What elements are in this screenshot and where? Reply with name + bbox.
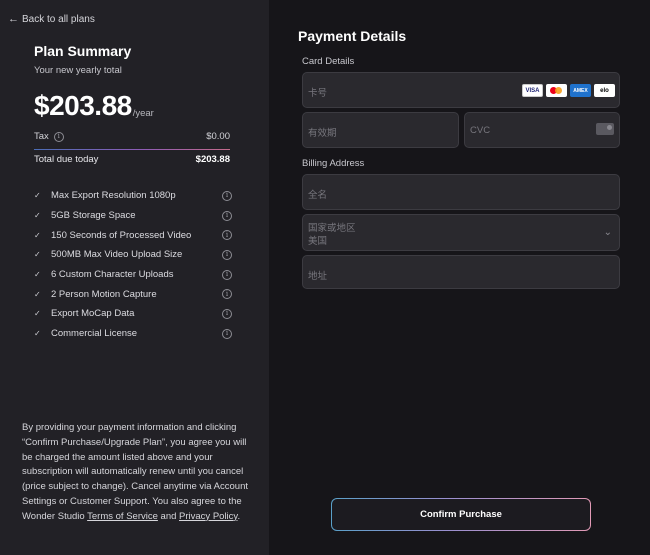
summary-divider bbox=[34, 149, 230, 150]
feature-label: Commercial License bbox=[51, 328, 138, 340]
card-number-placeholder: 卡号 bbox=[308, 88, 328, 99]
mastercard-icon bbox=[546, 84, 567, 97]
feature-label: 500MB Max Video Upload Size bbox=[51, 249, 183, 261]
card-number-field[interactable]: 卡号 VISA AMEX elo bbox=[302, 72, 620, 108]
check-icon: ✓ bbox=[34, 309, 41, 319]
price-display: $203.88 /year bbox=[34, 92, 154, 120]
address-field[interactable]: 地址 bbox=[302, 255, 620, 289]
full-name-field[interactable]: 全名 bbox=[302, 174, 620, 210]
tax-label: Tax bbox=[34, 131, 49, 142]
cvc-placeholder: CVC bbox=[470, 125, 491, 136]
feature-item: ✓ 6 Custom Character Uploads i bbox=[34, 265, 232, 285]
payment-panel: Payment Details Card Details 卡号 VISA AME… bbox=[269, 0, 650, 555]
terms-of-service-link[interactable]: Terms of Service bbox=[87, 511, 158, 522]
plan-summary-panel: ← Back to all plans Plan Summary Your ne… bbox=[0, 0, 269, 555]
info-icon[interactable]: i bbox=[222, 328, 232, 339]
feature-list: ✓ Max Export Resolution 1080p i ✓ 5GB Stora… bbox=[34, 186, 232, 344]
tax-label-group: Tax i bbox=[34, 131, 64, 142]
tax-row: Tax i $0.00 bbox=[34, 131, 230, 142]
legal-end: . bbox=[237, 510, 241, 522]
check-icon: ✓ bbox=[34, 289, 41, 299]
cvc-field[interactable]: CVC bbox=[464, 112, 620, 148]
elo-icon: elo bbox=[594, 84, 615, 97]
feature-label: 2 Person Motion Capture bbox=[51, 288, 157, 300]
feature-item: ✓ Max Export Resolution 1080p i bbox=[34, 186, 232, 206]
total-label: Total due today bbox=[34, 154, 99, 165]
info-icon[interactable]: i bbox=[222, 249, 232, 260]
payment-title: Payment Details bbox=[298, 28, 407, 44]
billing-address-label: Billing Address bbox=[302, 158, 365, 169]
confirm-purchase-button[interactable]: Confirm Purchase bbox=[331, 498, 591, 531]
check-icon: ✓ bbox=[34, 191, 41, 201]
info-icon[interactable]: i bbox=[222, 289, 232, 300]
feature-item: ✓ 150 Seconds of Processed Video i bbox=[34, 225, 232, 245]
card-brand-icons: VISA AMEX elo bbox=[522, 84, 615, 97]
info-icon[interactable]: i bbox=[222, 308, 232, 319]
privacy-policy-link[interactable]: Privacy Policy bbox=[179, 511, 237, 522]
price-period: /year bbox=[132, 108, 154, 119]
check-icon: ✓ bbox=[34, 270, 41, 280]
feature-item: ✓ 5GB Storage Space i bbox=[34, 206, 232, 226]
card-details-label: Card Details bbox=[302, 56, 355, 67]
info-icon[interactable]: i bbox=[222, 210, 232, 221]
visa-icon: VISA bbox=[522, 84, 543, 97]
plan-summary-subtitle: Your new yearly total bbox=[34, 65, 122, 76]
info-icon[interactable]: i bbox=[222, 190, 232, 201]
country-select[interactable]: 国家或地区 美国 ⌄ bbox=[302, 214, 620, 251]
tax-value: $0.00 bbox=[206, 131, 230, 142]
check-icon: ✓ bbox=[34, 230, 41, 240]
total-value: $203.88 bbox=[195, 154, 230, 165]
check-icon: ✓ bbox=[34, 250, 41, 260]
feature-item: ✓ 2 Person Motion Capture i bbox=[34, 284, 232, 304]
info-icon[interactable]: i bbox=[222, 269, 232, 280]
feature-item: ✓ Commercial License i bbox=[34, 324, 232, 344]
legal-disclaimer: By providing your payment information an… bbox=[22, 421, 254, 525]
legal-and: and bbox=[157, 510, 180, 522]
price-amount: $203.88 bbox=[34, 90, 132, 121]
full-name-placeholder: 全名 bbox=[308, 190, 328, 201]
legal-text: By providing your payment information an… bbox=[22, 422, 249, 522]
info-icon[interactable]: i bbox=[222, 230, 232, 241]
feature-item: ✓ 500MB Max Video Upload Size i bbox=[34, 245, 232, 265]
back-to-plans-link[interactable]: ← Back to all plans bbox=[8, 13, 95, 26]
country-value: 美国 bbox=[308, 236, 328, 247]
check-icon: ✓ bbox=[34, 211, 41, 221]
expiry-placeholder: 有效期 bbox=[308, 128, 337, 139]
chevron-down-icon: ⌄ bbox=[603, 227, 612, 238]
back-link-label: Back to all plans bbox=[22, 14, 95, 25]
address-placeholder: 地址 bbox=[308, 271, 328, 282]
feature-label: Max Export Resolution 1080p bbox=[51, 190, 176, 202]
plan-summary-title: Plan Summary bbox=[34, 43, 132, 59]
feature-label: 5GB Storage Space bbox=[51, 210, 136, 222]
amex-icon: AMEX bbox=[570, 84, 591, 97]
check-icon: ✓ bbox=[34, 329, 41, 339]
expiry-field[interactable]: 有效期 bbox=[302, 112, 459, 148]
feature-label: Export MoCap Data bbox=[51, 308, 135, 320]
country-label: 国家或地区 bbox=[308, 223, 356, 234]
feature-item: ✓ Export MoCap Data i bbox=[34, 304, 232, 324]
cvc-card-icon bbox=[596, 123, 614, 135]
info-icon[interactable]: i bbox=[53, 131, 64, 142]
total-row: Total due today $203.88 bbox=[34, 154, 230, 165]
arrow-left-icon: ← bbox=[8, 13, 19, 25]
feature-label: 150 Seconds of Processed Video bbox=[51, 229, 192, 241]
feature-label: 6 Custom Character Uploads bbox=[51, 269, 174, 281]
